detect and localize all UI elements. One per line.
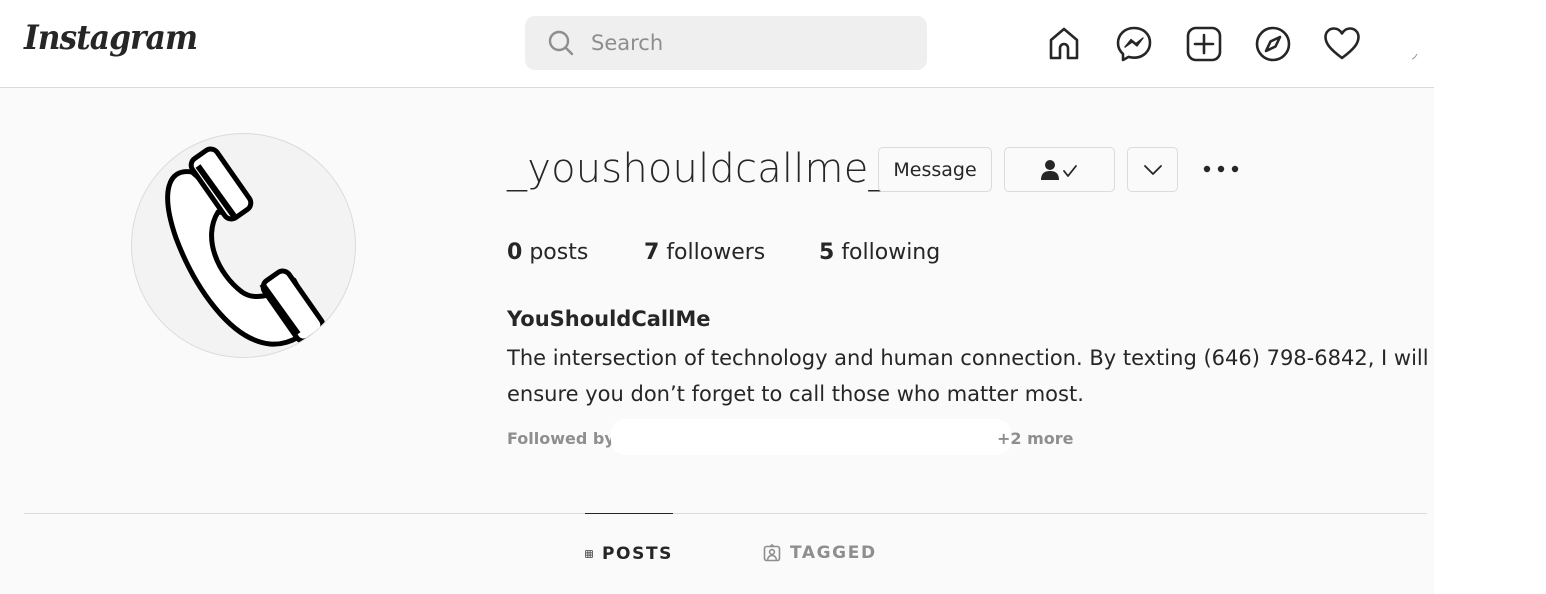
followers-count-label: followers	[666, 240, 766, 265]
home-icon[interactable]	[1044, 24, 1084, 64]
posts-count-label: posts	[529, 240, 589, 265]
activity-heart-icon[interactable]	[1322, 24, 1362, 64]
redacted-names	[611, 419, 1011, 455]
chevron-down-icon	[1143, 164, 1162, 175]
tagged-icon	[763, 544, 781, 562]
tab-posts[interactable]: POSTS	[585, 513, 673, 593]
following-button[interactable]	[1004, 147, 1115, 192]
top-navigation-bar: Instagram	[0, 0, 1434, 88]
followed-by-row[interactable]: Followed by +2 more	[507, 419, 1077, 455]
tab-tagged-label: TAGGED	[790, 543, 877, 563]
new-post-icon[interactable]	[1184, 24, 1224, 64]
profile-full-name: YouShouldCallMe	[507, 307, 711, 331]
tabs-divider	[24, 513, 1427, 514]
followers-count-value: 7	[644, 240, 660, 265]
search-input[interactable]	[591, 16, 911, 70]
message-button[interactable]: Message	[878, 147, 992, 192]
following-count-label: following	[841, 240, 941, 265]
grid-icon	[585, 549, 593, 558]
posts-count: 0 posts	[507, 240, 588, 265]
explore-icon[interactable]	[1253, 24, 1293, 64]
messenger-icon[interactable]	[1114, 24, 1154, 64]
profile-avatar-menu[interactable]	[1382, 24, 1422, 64]
tab-posts-label: POSTS	[602, 543, 673, 564]
followers-link[interactable]: 7 followers	[644, 240, 765, 265]
followed-by-more: +2 more	[997, 429, 1074, 448]
avatar	[1411, 53, 1418, 60]
more-options-button[interactable]	[1200, 155, 1242, 183]
app-window: Instagram Search _youshouldcallme_ Messa…	[0, 0, 1434, 594]
followed-by-label: Followed by	[507, 429, 615, 448]
phone-handset-icon	[165, 146, 326, 347]
suggested-dropdown-button[interactable]	[1127, 147, 1178, 192]
following-link[interactable]: 5 following	[819, 240, 940, 265]
more-options-icon	[1203, 165, 1239, 173]
search-box[interactable]	[525, 16, 927, 70]
following-count-value: 5	[819, 240, 835, 265]
profile-picture[interactable]	[131, 133, 356, 358]
posts-count-value: 0	[507, 240, 523, 265]
tab-tagged[interactable]: TAGGED	[763, 513, 893, 593]
person-check-icon	[1040, 159, 1077, 180]
profile-bio: The intersection of technology and human…	[507, 346, 1429, 406]
profile-username: _youshouldcallme_	[507, 146, 889, 192]
instagram-logo[interactable]: Instagram	[24, 18, 198, 58]
search-icon	[548, 30, 574, 56]
